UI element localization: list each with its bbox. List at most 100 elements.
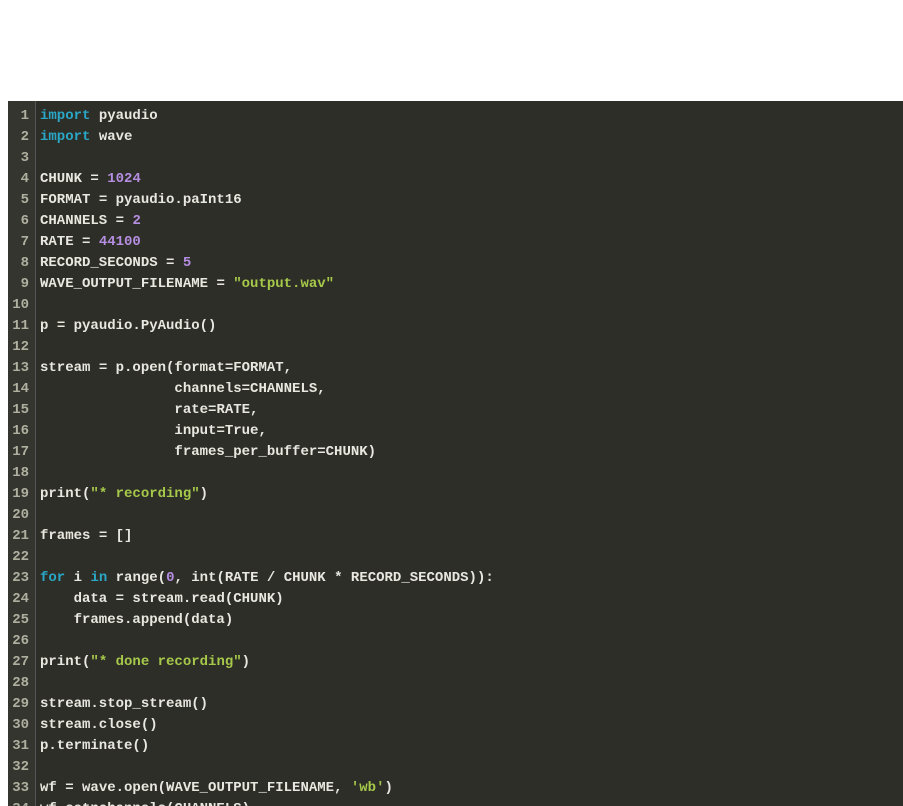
code-line[interactable]: wf = wave.open(WAVE_OUTPUT_FILENAME, 'wb… (40, 778, 899, 799)
token-name: p.open(format (107, 360, 225, 376)
code-line[interactable]: print("* done recording") (40, 652, 899, 673)
token-kw: in (90, 570, 107, 586)
token-name: frames_per_buffer (40, 444, 317, 460)
code-line[interactable] (40, 463, 899, 484)
code-line[interactable] (40, 505, 899, 526)
token-name: channels (40, 381, 242, 397)
line-number: 28 (12, 673, 29, 694)
code-line[interactable]: stream.stop_stream() (40, 694, 899, 715)
token-op: = (216, 423, 224, 439)
token-name: CHUNK (275, 570, 334, 586)
token-name: p (40, 318, 57, 334)
code-line[interactable]: for i in range(0, int(RATE / CHUNK * REC… (40, 568, 899, 589)
line-number: 26 (12, 631, 29, 652)
token-name: wf.setnchannels(CHANNELS) (40, 801, 250, 806)
token-kw: import (40, 129, 90, 145)
line-number: 1 (12, 106, 29, 127)
token-name: True, (225, 423, 267, 439)
token-op: = (57, 318, 65, 334)
code-line[interactable] (40, 673, 899, 694)
code-line[interactable] (40, 295, 899, 316)
line-number: 19 (12, 484, 29, 505)
code-line[interactable] (40, 337, 899, 358)
line-number: 33 (12, 778, 29, 799)
code-line[interactable]: frames = [] (40, 526, 899, 547)
code-line[interactable]: import pyaudio (40, 106, 899, 127)
code-editor[interactable]: 1234567891011121314151617181920212223242… (8, 101, 903, 806)
token-str: "* done recording" (90, 654, 241, 670)
line-number: 13 (12, 358, 29, 379)
token-name: data (40, 591, 116, 607)
line-number: 20 (12, 505, 29, 526)
code-line[interactable] (40, 757, 899, 778)
code-line[interactable] (40, 547, 899, 568)
code-line[interactable]: input=True, (40, 421, 899, 442)
token-name: p.terminate() (40, 738, 149, 754)
line-number: 7 (12, 232, 29, 253)
code-line[interactable]: FORMAT = pyaudio.paInt16 (40, 190, 899, 211)
line-number-gutter: 1234567891011121314151617181920212223242… (8, 101, 36, 806)
token-op: = (116, 591, 124, 607)
token-op: = (99, 192, 107, 208)
code-line[interactable]: CHUNK = 1024 (40, 169, 899, 190)
token-str: "* recording" (90, 486, 199, 502)
token-name (174, 255, 182, 271)
token-op: = (99, 528, 107, 544)
code-line[interactable]: wf.setnchannels(CHANNELS) (40, 799, 899, 806)
token-name: ) (242, 654, 250, 670)
code-line[interactable]: RECORD_SECONDS = 5 (40, 253, 899, 274)
code-line[interactable]: CHANNELS = 2 (40, 211, 899, 232)
code-line[interactable]: frames.append(data) (40, 610, 899, 631)
token-op: = (317, 444, 325, 460)
code-line[interactable]: RATE = 44100 (40, 232, 899, 253)
token-name: wave (90, 129, 132, 145)
code-line[interactable]: stream = p.open(format=FORMAT, (40, 358, 899, 379)
token-name: wave.open(WAVE_OUTPUT_FILENAME, (74, 780, 351, 796)
code-line[interactable]: p = pyaudio.PyAudio() (40, 316, 899, 337)
token-name (99, 171, 107, 187)
code-line[interactable]: data = stream.read(CHUNK) (40, 589, 899, 610)
token-op: = (90, 171, 98, 187)
token-name: RATE, (216, 402, 258, 418)
token-name: CHUNK) (326, 444, 376, 460)
code-line[interactable]: stream.close() (40, 715, 899, 736)
code-line[interactable]: frames_per_buffer=CHUNK) (40, 442, 899, 463)
token-op: = (116, 213, 124, 229)
token-name: WAVE_OUTPUT_FILENAME (40, 276, 216, 292)
line-number: 32 (12, 757, 29, 778)
code-line[interactable] (40, 631, 899, 652)
code-line[interactable]: channels=CHANNELS, (40, 379, 899, 400)
token-num: 2 (132, 213, 140, 229)
code-line[interactable]: p.terminate() (40, 736, 899, 757)
line-number: 21 (12, 526, 29, 547)
line-number: 27 (12, 652, 29, 673)
token-name: frames (40, 528, 99, 544)
code-line[interactable]: print("* recording") (40, 484, 899, 505)
code-line[interactable]: rate=RATE, (40, 400, 899, 421)
token-op: = (242, 381, 250, 397)
line-number: 18 (12, 463, 29, 484)
line-number: 29 (12, 694, 29, 715)
token-op: = (225, 360, 233, 376)
token-str: 'wb' (351, 780, 385, 796)
token-name: RATE (40, 234, 82, 250)
token-str: "output.wav" (233, 276, 334, 292)
token-name: CHANNELS, (250, 381, 326, 397)
token-name: pyaudio.paInt16 (107, 192, 241, 208)
token-name: CHUNK (40, 171, 90, 187)
token-name: print( (40, 654, 90, 670)
code-line[interactable] (40, 148, 899, 169)
code-area[interactable]: import pyaudioimport waveCHUNK = 1024FOR… (36, 101, 903, 806)
line-number: 34 (12, 799, 29, 806)
token-name: ) (384, 780, 392, 796)
token-num: 1024 (107, 171, 141, 187)
token-name: , int(RATE (174, 570, 266, 586)
code-line[interactable]: WAVE_OUTPUT_FILENAME = "output.wav" (40, 274, 899, 295)
token-name: RECORD_SECONDS (40, 255, 166, 271)
line-number: 11 (12, 316, 29, 337)
token-name: pyaudio.PyAudio() (65, 318, 216, 334)
token-name: input (40, 423, 216, 439)
line-number: 15 (12, 400, 29, 421)
code-line[interactable]: import wave (40, 127, 899, 148)
line-number: 5 (12, 190, 29, 211)
